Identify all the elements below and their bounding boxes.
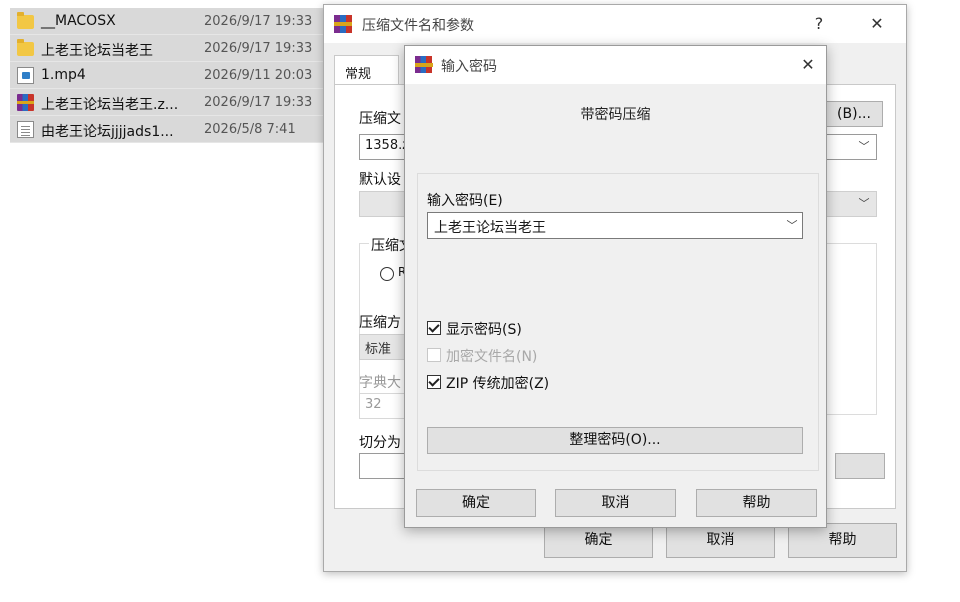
file-date: 2026/9/11 20:03 (204, 68, 313, 83)
password-heading: 带密码压缩 (580, 107, 651, 123)
organize-passwords-button[interactable]: 整理密码(O)... (427, 427, 803, 454)
show-password-option[interactable]: 显示密码(S) (427, 319, 522, 339)
folder-icon (17, 12, 34, 29)
chevron-down-icon[interactable]: ﹀ (857, 197, 871, 211)
file-date: 2026/9/17 19:33 (204, 95, 313, 110)
file-name: 上老王论坛当老王.z... (41, 97, 179, 113)
file-row-macosx[interactable]: __MACOSX 2026/9/17 19:33 (10, 8, 324, 35)
password-label: 输入密码(E) (427, 193, 503, 209)
folder-icon (17, 39, 34, 56)
archive-name-value: 1358.z (365, 138, 410, 153)
file-list: __MACOSX 2026/9/17 19:33 上老王论坛当老王 2026/9… (10, 8, 324, 143)
chevron-down-icon[interactable]: ﹀ (857, 140, 871, 154)
password-dialog: 输入密码 ✕ 带密码压缩 输入密码(E) 上老王论坛当老王 ﹀ 显示密码(S) … (404, 45, 827, 528)
show-password-label: 显示密码(S) (446, 322, 522, 338)
cancel-button[interactable]: 取消 (555, 489, 676, 517)
encrypt-names-label: 加密文件名(N) (446, 349, 538, 365)
file-row-folder[interactable]: 上老王论坛当老王 2026/9/17 19:33 (10, 35, 324, 62)
file-name: 由老王论坛jjjjads1... (41, 124, 174, 140)
help-icon[interactable]: ? (804, 11, 834, 37)
file-row-video[interactable]: 1.mp4 2026/9/11 20:03 (10, 62, 324, 89)
archive-name-label: 压缩文 (359, 111, 401, 127)
file-name: 上老王论坛当老王 (41, 43, 153, 59)
zip-legacy-checkbox[interactable] (427, 375, 441, 389)
encrypt-names-checkbox (427, 348, 441, 362)
archive-icon (17, 94, 34, 111)
dict-size-label: 字典大 (359, 375, 401, 391)
text-file-icon (17, 121, 34, 138)
password-titlebar: 输入密码 ✕ (405, 46, 826, 84)
main-titlebar: 压缩文件名和参数 ? ✕ (324, 5, 906, 43)
password-value: 上老王论坛当老王 (434, 220, 546, 236)
close-icon[interactable]: ✕ (862, 11, 892, 37)
ok-button[interactable]: 确定 (544, 523, 653, 558)
file-row-archive[interactable]: 上老王论坛当老王.z... 2026/9/17 19:33 (10, 89, 324, 116)
file-name: __MACOSX (41, 13, 116, 29)
ok-button[interactable]: 确定 (416, 489, 536, 517)
method-label: 压缩方 (359, 315, 401, 331)
file-date: 2026/9/17 19:33 (204, 41, 313, 56)
close-icon[interactable]: ✕ (793, 52, 823, 78)
file-date: 2026/5/8 7:41 (204, 122, 296, 137)
method-value: 标准 (365, 342, 392, 357)
browse-button[interactable]: (B)... (825, 101, 883, 127)
video-file-icon (17, 67, 34, 84)
dict-size-value: 32 (365, 397, 382, 412)
zip-legacy-label: ZIP 传统加密(Z) (446, 376, 550, 392)
default-profile-label: 默认设 (359, 172, 401, 188)
main-dialog-title: 压缩文件名和参数 (362, 18, 474, 34)
split-label: 切分为 (359, 435, 401, 451)
help-button[interactable]: 帮助 (788, 523, 897, 558)
tab-general[interactable]: 常规 (334, 55, 399, 85)
file-name: 1.mp4 (41, 67, 86, 83)
file-date: 2026/9/17 19:33 (204, 14, 313, 29)
file-row-text[interactable]: 由老王论坛jjjjads1... 2026/5/8 7:41 (10, 116, 324, 143)
show-password-checkbox[interactable] (427, 321, 441, 335)
winrar-app-icon (334, 15, 352, 33)
password-input[interactable]: 上老王论坛当老王 (427, 212, 803, 239)
encrypt-names-option: 加密文件名(N) (427, 346, 537, 366)
winrar-app-icon (415, 56, 433, 73)
set-password-button[interactable] (835, 453, 885, 479)
format-radio[interactable] (380, 267, 394, 281)
chevron-down-icon[interactable]: ﹀ (785, 219, 799, 233)
zip-legacy-option[interactable]: ZIP 传统加密(Z) (427, 373, 549, 393)
cancel-button[interactable]: 取消 (666, 523, 775, 558)
password-dialog-title: 输入密码 (441, 59, 497, 75)
help-button[interactable]: 帮助 (696, 489, 817, 517)
